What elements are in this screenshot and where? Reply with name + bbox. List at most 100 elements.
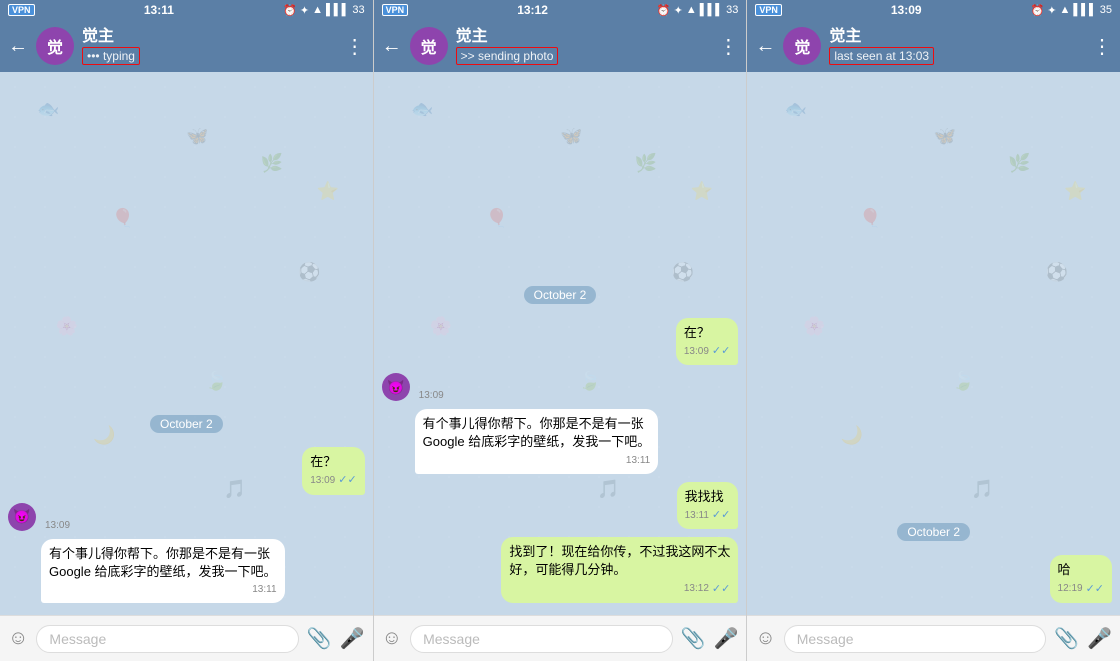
message-avatar: 😈 <box>8 503 36 531</box>
wifi-icon: ▲ <box>1059 4 1070 16</box>
wifi-icon: ▲ <box>686 4 697 16</box>
emoji-button[interactable]: ☺ <box>8 627 28 650</box>
message-time: 13:09 <box>310 474 335 488</box>
chat-header: ← 觉觉主••• typing ⋮ <box>0 20 373 72</box>
header-info: 觉主>> sending photo <box>456 27 711 65</box>
back-button[interactable]: ← <box>382 36 402 56</box>
message-time: 13:11 <box>626 454 650 468</box>
attach-button[interactable]: 📎 <box>681 626 706 651</box>
message-input[interactable]: Message <box>410 625 672 653</box>
more-options-button[interactable]: ⋮ <box>718 34 738 59</box>
message-row: 有个事儿得你帮下。你那是不是有一张 Google 给底彩字的壁纸，发我一下吧。 1… <box>382 409 739 473</box>
header-info: 觉主••• typing <box>82 27 337 65</box>
mic-button[interactable]: 🎤 <box>1087 626 1112 651</box>
signal-icon: ▌▌▌ <box>1073 4 1096 16</box>
contact-status: ••• typing <box>82 47 337 65</box>
contact-name: 觉主 <box>456 27 711 46</box>
input-bar: ☺ Message 📎 🎤 <box>0 615 373 661</box>
alarm-icon: ⏰ <box>657 4 671 17</box>
message-meta: 13:11 <box>49 583 277 597</box>
message-meta: 13:09✓✓ <box>310 473 356 488</box>
message-time: 13:09 <box>684 345 709 359</box>
message-bubble-sent: 哈12:19✓✓ <box>1050 555 1112 603</box>
message-row: 有个事儿得你帮下。你那是不是有一张 Google 给底彩字的壁纸，发我一下吧。1… <box>8 539 365 603</box>
emoji-button[interactable]: ☺ <box>755 627 775 650</box>
emoji-button[interactable]: ☺ <box>382 627 402 650</box>
message-row: 在？ 13:09✓✓ <box>8 447 365 495</box>
vpn-badge: VPN <box>755 4 782 16</box>
status-right: ⏰ ✦ ▲ ▌▌▌ 33 <box>283 4 364 17</box>
message-text: 我找找 <box>685 488 731 506</box>
status-bar: VPN 13:12 ⏰ ✦ ▲ ▌▌▌ 33 <box>374 0 747 20</box>
more-options-button[interactable]: ⋮ <box>345 34 365 59</box>
contact-name: 觉主 <box>82 27 337 46</box>
back-button[interactable]: ← <box>755 36 775 56</box>
attach-button[interactable]: 📎 <box>1054 626 1079 651</box>
attach-button[interactable]: 📎 <box>307 626 332 651</box>
message-input[interactable]: Message <box>784 625 1046 653</box>
bluetooth-icon: ✦ <box>674 4 683 17</box>
mic-button[interactable]: 🎤 <box>713 626 738 651</box>
chat-messages: October 2在？13:09✓✓😈13:09有个事儿得你帮下。你那是不是有一… <box>8 82 365 605</box>
message-text: 在？ <box>310 453 356 471</box>
message-row: 😈13:09 <box>8 503 365 531</box>
header-info: 觉主last seen at 13:03 <box>829 27 1084 65</box>
contact-status: last seen at 13:03 <box>829 47 1084 65</box>
mic-button[interactable]: 🎤 <box>340 626 365 651</box>
date-separator: October 2 <box>8 415 365 433</box>
chat-messages: October 2 在？13:09✓✓ 😈 13:09 有个事儿得你帮下。你那是不是有一… <box>382 82 739 605</box>
chat-area: 🐟🌿🎈⚽🌸🍃🦋🌙⭐🎵October 2在？13:09✓✓😈13:09有个事儿得你… <box>0 72 373 615</box>
more-options-button[interactable]: ⋮ <box>1092 34 1112 59</box>
message-bubble-sent: 在？ 13:09✓✓ <box>302 447 364 495</box>
message-checkmark: ✓✓ <box>712 508 730 523</box>
avatar: 觉 <box>36 27 74 65</box>
wifi-icon: ▲ <box>312 4 323 16</box>
input-bar: ☺ Message 📎 🎤 <box>374 615 747 661</box>
message-row: 我找找 13:11✓✓ <box>382 482 739 530</box>
message-checkmark: ✓✓ <box>712 344 730 359</box>
avatar: 觉 <box>783 27 821 65</box>
message-avatar: 😈 <box>382 373 410 401</box>
message-meta: 13:11✓✓ <box>685 508 731 523</box>
back-button[interactable]: ← <box>8 36 28 56</box>
message-input[interactable]: Message <box>36 625 298 653</box>
alarm-icon: ⏰ <box>1031 4 1045 17</box>
message-time: 13:11 <box>685 509 709 523</box>
bluetooth-icon: ✦ <box>300 4 309 17</box>
vpn-badge: VPN <box>8 4 35 16</box>
status-bar: VPN 13:11 ⏰ ✦ ▲ ▌▌▌ 33 <box>0 0 373 20</box>
status-highlight-text: >> sending photo <box>456 47 559 65</box>
battery-icon: 33 <box>726 4 738 16</box>
status-bar: VPN 13:09 ⏰ ✦ ▲ ▌▌▌ 35 <box>747 0 1120 20</box>
message-meta: 13:09✓✓ <box>684 344 730 359</box>
date-separator: October 2 <box>382 286 739 304</box>
signal-icon: ▌▌▌ <box>326 4 349 16</box>
message-row: 哈12:19✓✓ <box>755 555 1112 603</box>
status-highlight-text: ••• typing <box>82 47 140 65</box>
status-highlight-text: last seen at 13:03 <box>829 47 934 65</box>
message-meta: 13:12✓✓ <box>509 582 730 597</box>
message-bubble-sent: 我找找 13:11✓✓ <box>677 482 739 530</box>
phone-panel-1: VPN 13:11 ⏰ ✦ ▲ ▌▌▌ 33 ←觉觉主••• typing⋮🐟🌿… <box>0 0 374 661</box>
date-separator: October 2 <box>755 523 1112 541</box>
vpn-badge: VPN <box>382 4 409 16</box>
message-meta: 13:11 <box>423 454 651 468</box>
message-row: 在？13:09✓✓ <box>382 318 739 366</box>
message-meta: 12:19✓✓ <box>1058 582 1104 597</box>
message-row: 找到了！现在给你传，不过我这网不太 好，可能得几分钟。13:12✓✓ <box>382 537 739 603</box>
message-bubble-sent: 在？13:09✓✓ <box>676 318 738 366</box>
chat-header: ←觉觉主>> sending photo⋮ <box>374 20 747 72</box>
status-left: VPN <box>755 4 782 16</box>
contact-status: >> sending photo <box>456 47 711 65</box>
message-time: 12:19 <box>1058 582 1083 596</box>
chat-area: 🐟🌿🎈⚽🌸🍃🦋🌙⭐🎵October 2在？13:09✓✓😈13:09有个事儿得你… <box>374 72 747 615</box>
status-time: 13:11 <box>144 3 174 17</box>
phone-panel-3: VPN 13:09 ⏰ ✦ ▲ ▌▌▌ 35 ← 觉觉主last seen at … <box>747 0 1120 661</box>
message-text: 有个事儿得你帮下。你那是不是有一张 Google 给底彩字的壁纸，发我一下吧。 <box>423 415 651 451</box>
input-bar: ☺ Message 📎 🎤 <box>747 615 1120 661</box>
chat-header: ← 觉觉主last seen at 13:03 ⋮ <box>747 20 1120 72</box>
status-right: ⏰ ✦ ▲ ▌▌▌ 35 <box>1031 4 1112 17</box>
message-bubble-sent: 找到了！现在给你传，不过我这网不太 好，可能得几分钟。13:12✓✓ <box>501 537 738 603</box>
message-checkmark: ✓✓ <box>1086 582 1104 597</box>
alarm-icon: ⏰ <box>283 4 297 17</box>
